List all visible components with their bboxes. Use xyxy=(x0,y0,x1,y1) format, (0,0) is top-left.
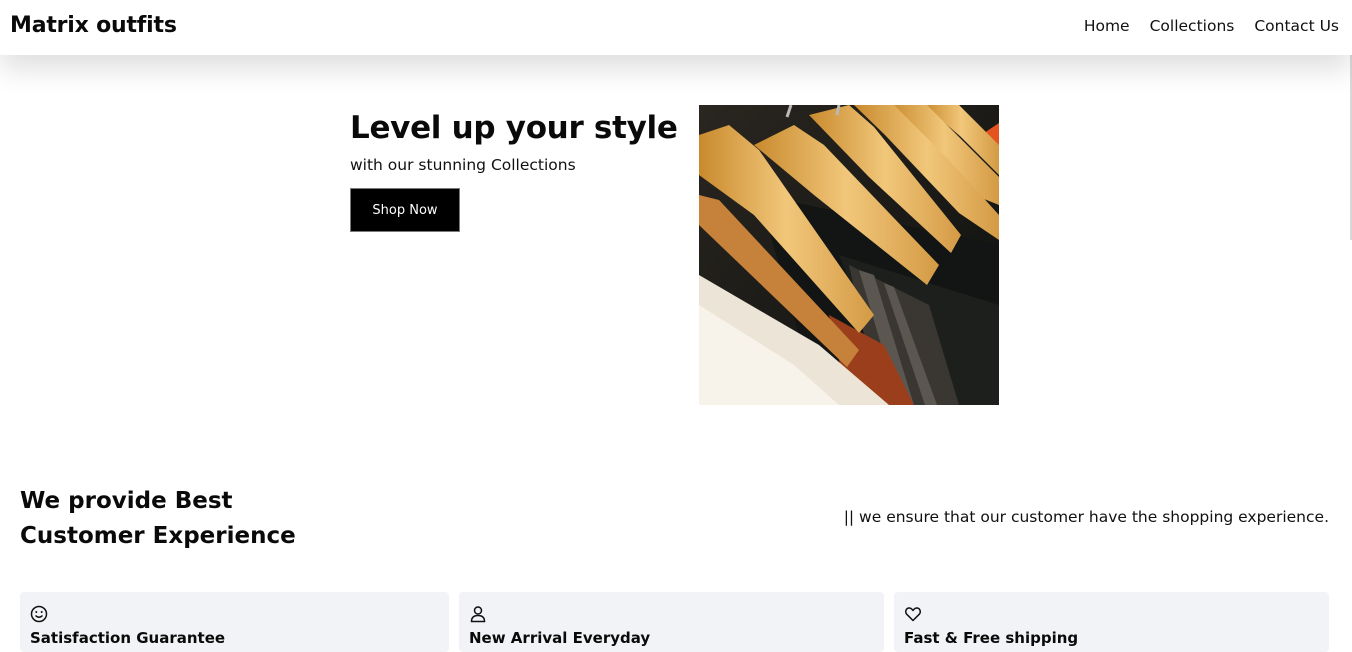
user-icon xyxy=(470,606,486,623)
experience-title-line2: Customer Experience xyxy=(20,523,296,549)
experience-title: We provide Best Customer Experience xyxy=(20,484,340,554)
hero-image xyxy=(699,105,999,405)
clothes-hangers-image xyxy=(699,105,999,405)
brand-logo[interactable]: Matrix outfits xyxy=(10,13,177,38)
feature-card-satisfaction: Satisfaction Guarantee xyxy=(20,592,449,652)
feature-title: Fast & Free shipping xyxy=(904,629,1079,647)
feature-title: New Arrival Everyday xyxy=(469,629,651,647)
nav-link-home[interactable]: Home xyxy=(1084,17,1130,35)
smile-icon xyxy=(30,605,48,623)
feature-card-new-arrival: New Arrival Everyday xyxy=(459,592,884,652)
feature-card-shipping: Fast & Free shipping xyxy=(894,592,1329,652)
navbar: Matrix outfits Home Collections Contact … xyxy=(0,0,1352,55)
experience-description: || we ensure that our customer have the … xyxy=(843,508,1329,526)
nav-links: Home Collections Contact Us xyxy=(1084,17,1339,35)
nav-link-collections[interactable]: Collections xyxy=(1150,17,1235,35)
feature-title: Satisfaction Guarantee xyxy=(30,629,226,647)
shop-now-button[interactable]: Shop Now xyxy=(350,188,460,232)
nav-link-contact-us[interactable]: Contact Us xyxy=(1254,17,1339,35)
hero-title: Level up your style xyxy=(350,110,678,146)
heart-icon xyxy=(905,607,921,622)
experience-title-line1: We provide Best xyxy=(20,488,233,514)
hero-subtitle: with our stunning Collections xyxy=(350,156,576,174)
